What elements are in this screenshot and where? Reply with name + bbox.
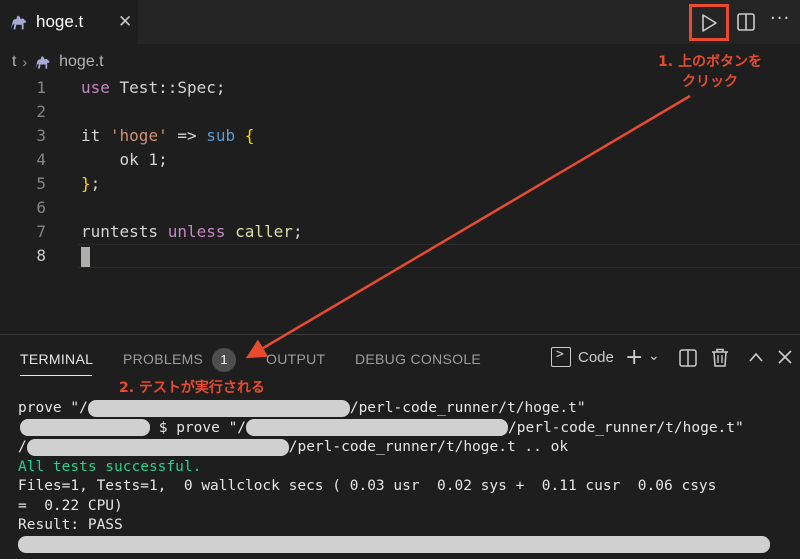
tab-output[interactable]: OUTPUT	[266, 351, 325, 367]
new-terminal-icon[interactable]: +	[625, 347, 643, 369]
line-number: 4	[36, 150, 46, 169]
code-line: 8	[0, 244, 800, 268]
code-text: runtests unless caller;	[81, 222, 303, 241]
perl-camel-icon	[10, 15, 27, 30]
terminal-name: Code	[578, 348, 614, 366]
redacted-path	[26, 438, 289, 456]
code-line: 5 };	[0, 172, 800, 196]
terminal-line	[18, 536, 788, 556]
redacted-path	[246, 419, 509, 436]
code-line: 7 runtests unless caller;	[0, 220, 800, 244]
terminal-icon	[551, 347, 571, 367]
terminal-line: prove "//perl-code_runner/t/hoge.t"	[18, 399, 586, 417]
code-line: 4 ok 1;	[0, 148, 800, 172]
perl-camel-icon	[35, 56, 50, 69]
redacted-path	[87, 399, 350, 417]
terminal-line: Files=1, Tests=1, 0 wallclock secs ( 0.0…	[18, 478, 717, 494]
more-actions-icon[interactable]: ···	[770, 8, 790, 29]
tab-label: hoge.t	[36, 12, 84, 31]
line-number: 5	[36, 174, 46, 193]
code-text: };	[81, 174, 101, 193]
code-editor[interactable]: 1 use Test::Spec; 2 3 it 'hoge' => sub {…	[0, 76, 800, 336]
redacted-path	[18, 536, 770, 553]
code-text: it 'hoge' => sub {	[81, 126, 255, 145]
code-text: ok 1;	[81, 150, 168, 169]
run-button[interactable]	[689, 4, 729, 41]
terminal-line: = 0.22 CPU)	[18, 497, 123, 514]
terminal-output[interactable]: prove "//perl-code_runner/t/hoge.t" $ pr…	[18, 399, 788, 555]
editor-tab-bar: hoge.t ✕ ···	[0, 0, 800, 44]
breadcrumb-folder[interactable]: t	[12, 53, 16, 71]
terminal-line: $ prove "//perl-code_runner/t/hoge.t"	[18, 419, 788, 439]
problems-count-badge: 1	[212, 348, 236, 372]
redacted-path	[20, 419, 150, 436]
line-number: 8	[36, 246, 46, 265]
active-tab-indicator	[20, 375, 92, 376]
close-icon[interactable]	[778, 350, 792, 364]
code-line: 1 use Test::Spec;	[0, 76, 800, 100]
split-editor-icon[interactable]	[736, 12, 756, 32]
line-number: 3	[36, 126, 46, 145]
chevron-right-icon: ›	[22, 54, 28, 70]
trash-icon[interactable]	[711, 348, 729, 367]
code-line: 3 it 'hoge' => sub {	[0, 124, 800, 148]
terminal-selector[interactable]: Code	[551, 347, 614, 367]
chevron-up-icon[interactable]	[748, 351, 764, 363]
tab-problems[interactable]: PROBLEMS	[123, 351, 203, 367]
terminal-line: //perl-code_runner/t/hoge.t .. ok	[18, 438, 569, 456]
split-terminal-icon[interactable]	[679, 349, 697, 367]
breadcrumb: t › hoge.t	[12, 50, 104, 74]
line-number: 7	[36, 222, 46, 241]
line-number: 1	[36, 78, 46, 97]
play-icon	[702, 13, 717, 32]
close-icon[interactable]: ✕	[118, 12, 132, 32]
bottom-panel: TERMINAL PROBLEMS 1 OUTPUT DEBUG CONSOLE…	[0, 334, 800, 559]
terminal-line: All tests successful.	[18, 458, 202, 475]
breadcrumb-file[interactable]: hoge.t	[59, 53, 103, 71]
tab-hoge-t[interactable]: hoge.t ✕	[0, 0, 138, 44]
line-number: 6	[36, 198, 46, 217]
tab-debug-console[interactable]: DEBUG CONSOLE	[355, 351, 481, 367]
code-line: 2	[0, 100, 800, 124]
tab-terminal[interactable]: TERMINAL	[20, 351, 93, 367]
annotation-step-2: 2. テストが実行される	[119, 380, 265, 396]
terminal-line: Result: PASS	[18, 517, 123, 533]
line-number: 2	[36, 102, 46, 121]
code-line: 6	[0, 196, 800, 220]
chevron-down-icon[interactable]: ⌄	[648, 345, 660, 367]
code-text: use Test::Spec;	[81, 78, 226, 97]
